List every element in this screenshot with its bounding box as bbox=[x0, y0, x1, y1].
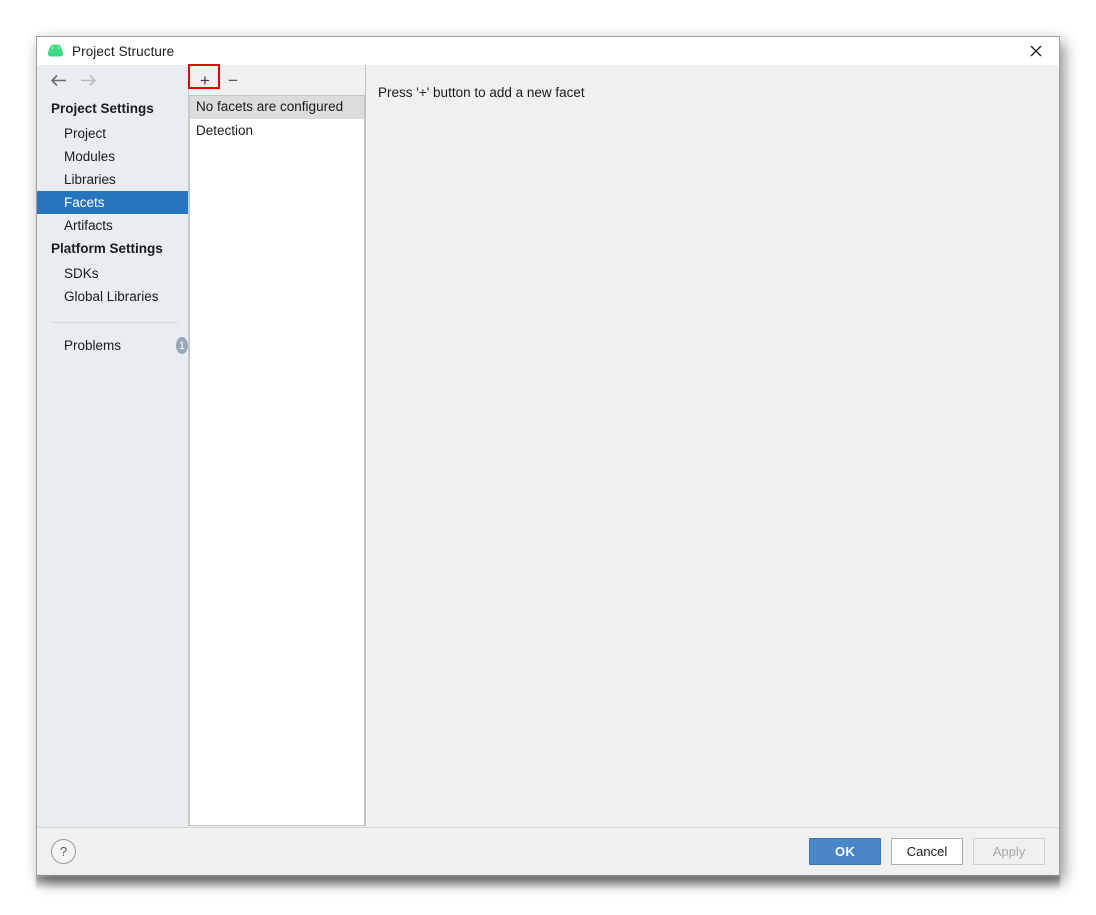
facet-detail-pane: Press '+' button to add a new facet bbox=[365, 65, 1059, 827]
remove-facet-button[interactable]: − bbox=[219, 68, 247, 92]
plus-icon: + bbox=[200, 70, 210, 90]
sidebar-item-artifacts[interactable]: Artifacts bbox=[37, 214, 188, 237]
list-item[interactable]: Detection bbox=[190, 120, 364, 142]
project-structure-dialog: Project Structure Project Settings Proje… bbox=[36, 36, 1060, 876]
screenshot-root: Project Structure Project Settings Proje… bbox=[0, 0, 1096, 915]
dialog-body: Project Settings Project Modules Librari… bbox=[37, 65, 1059, 827]
sidebar-item-project[interactable]: Project bbox=[37, 122, 188, 145]
sidebar-group-header-platform-settings: Platform Settings bbox=[51, 241, 163, 256]
sidebar-item-modules[interactable]: Modules bbox=[37, 145, 188, 168]
ok-button[interactable]: OK bbox=[809, 838, 881, 865]
facet-toolbar: + − bbox=[189, 65, 365, 95]
dialog-drop-shadow bbox=[36, 876, 1060, 890]
facet-list-header: No facets are configured bbox=[190, 96, 364, 120]
help-icon: ? bbox=[59, 844, 68, 859]
cancel-button[interactable]: Cancel bbox=[891, 838, 963, 865]
dialog-footer: ? OK Cancel Apply bbox=[37, 827, 1059, 875]
add-facet-button[interactable]: + bbox=[191, 68, 219, 92]
facet-list-pane: + − No facets are configured Detection bbox=[189, 65, 365, 827]
sidebar-nav-bar bbox=[37, 65, 188, 96]
android-robot-icon bbox=[48, 44, 63, 57]
dialog-title: Project Structure bbox=[72, 43, 175, 59]
sidebar-item-problems-label: Problems bbox=[64, 338, 122, 353]
close-icon bbox=[1030, 45, 1042, 57]
sidebar-item-problems[interactable]: Problems 1 bbox=[37, 323, 188, 358]
facet-detail-hint: Press '+' button to add a new facet bbox=[378, 85, 585, 100]
help-button[interactable]: ? bbox=[51, 839, 76, 864]
arrow-right-icon bbox=[80, 74, 96, 87]
arrow-left-icon bbox=[50, 74, 66, 87]
close-button[interactable] bbox=[1013, 37, 1059, 65]
dialog-titlebar: Project Structure bbox=[37, 37, 1059, 65]
minus-icon: − bbox=[228, 70, 238, 90]
back-button[interactable] bbox=[44, 68, 73, 94]
sidebar-item-facets[interactable]: Facets bbox=[37, 191, 188, 214]
problems-count-badge: 1 bbox=[176, 337, 188, 354]
forward-button[interactable] bbox=[73, 68, 102, 94]
sidebar-item-global-libraries[interactable]: Global Libraries bbox=[37, 285, 188, 308]
apply-button: Apply bbox=[973, 838, 1045, 865]
settings-sidebar: Project Settings Project Modules Librari… bbox=[37, 65, 189, 827]
sidebar-group-header-project-settings: Project Settings bbox=[51, 101, 154, 116]
sidebar-item-libraries[interactable]: Libraries bbox=[37, 168, 188, 191]
sidebar-nav-list: Project Settings Project Modules Librari… bbox=[37, 96, 188, 358]
sidebar-item-sdks[interactable]: SDKs bbox=[37, 262, 188, 285]
facet-list[interactable]: No facets are configured Detection bbox=[189, 95, 365, 826]
